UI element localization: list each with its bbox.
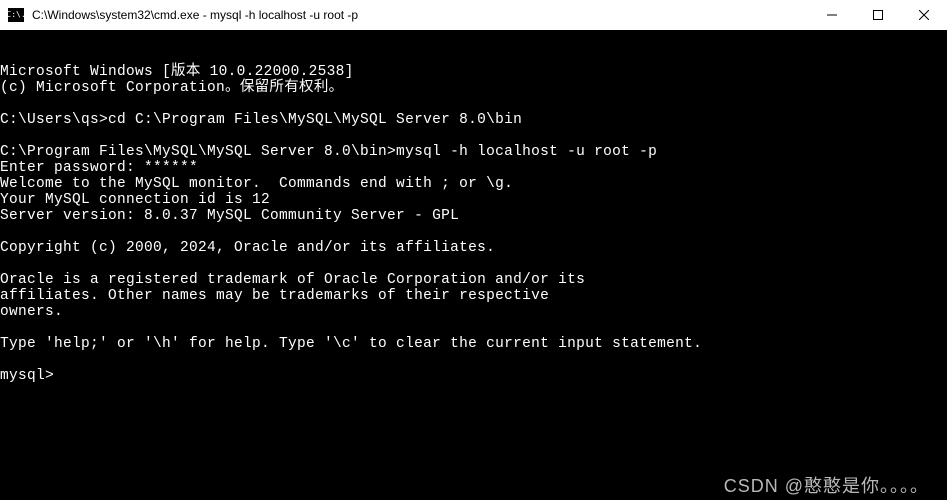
- terminal-line: [0, 352, 947, 368]
- window-title: C:\Windows\system32\cmd.exe - mysql -h l…: [32, 8, 809, 22]
- minimize-icon: [827, 10, 837, 20]
- terminal-line: mysql>: [0, 368, 947, 384]
- terminal-line: (c) Microsoft Corporation。保留所有权利。: [0, 80, 947, 96]
- cmd-icon-label: C:\.: [6, 11, 25, 19]
- terminal-line: affiliates. Other names may be trademark…: [0, 288, 947, 304]
- close-icon: [919, 10, 929, 20]
- maximize-button[interactable]: [855, 0, 901, 30]
- window-controls: [809, 0, 947, 30]
- terminal-line: C:\Users\qs>cd C:\Program Files\MySQL\My…: [0, 112, 947, 128]
- terminal-line: [0, 96, 947, 112]
- cmd-window: C:\. C:\Windows\system32\cmd.exe - mysql…: [0, 0, 947, 500]
- terminal-line: C:\Program Files\MySQL\MySQL Server 8.0\…: [0, 144, 947, 160]
- minimize-button[interactable]: [809, 0, 855, 30]
- cmd-icon: C:\.: [8, 8, 24, 22]
- terminal-line: [0, 320, 947, 336]
- terminal-line: Server version: 8.0.37 MySQL Community S…: [0, 208, 947, 224]
- terminal-line: Welcome to the MySQL monitor. Commands e…: [0, 176, 947, 192]
- close-button[interactable]: [901, 0, 947, 30]
- terminal-line: Oracle is a registered trademark of Orac…: [0, 272, 947, 288]
- terminal-line: [0, 256, 947, 272]
- terminal-line: Microsoft Windows [版本 10.0.22000.2538]: [0, 64, 947, 80]
- watermark: CSDN @憨憨是你。。。。: [724, 478, 929, 494]
- terminal-line: [0, 224, 947, 240]
- terminal-line: owners.: [0, 304, 947, 320]
- terminal-line: Your MySQL connection id is 12: [0, 192, 947, 208]
- terminal-line: [0, 128, 947, 144]
- terminal-line: Copyright (c) 2000, 2024, Oracle and/or …: [0, 240, 947, 256]
- terminal-output[interactable]: Microsoft Windows [版本 10.0.22000.2538](c…: [0, 30, 947, 500]
- terminal-line: Enter password: ******: [0, 160, 947, 176]
- titlebar[interactable]: C:\. C:\Windows\system32\cmd.exe - mysql…: [0, 0, 947, 30]
- maximize-icon: [873, 10, 883, 20]
- terminal-line: Type 'help;' or '\h' for help. Type '\c'…: [0, 336, 947, 352]
